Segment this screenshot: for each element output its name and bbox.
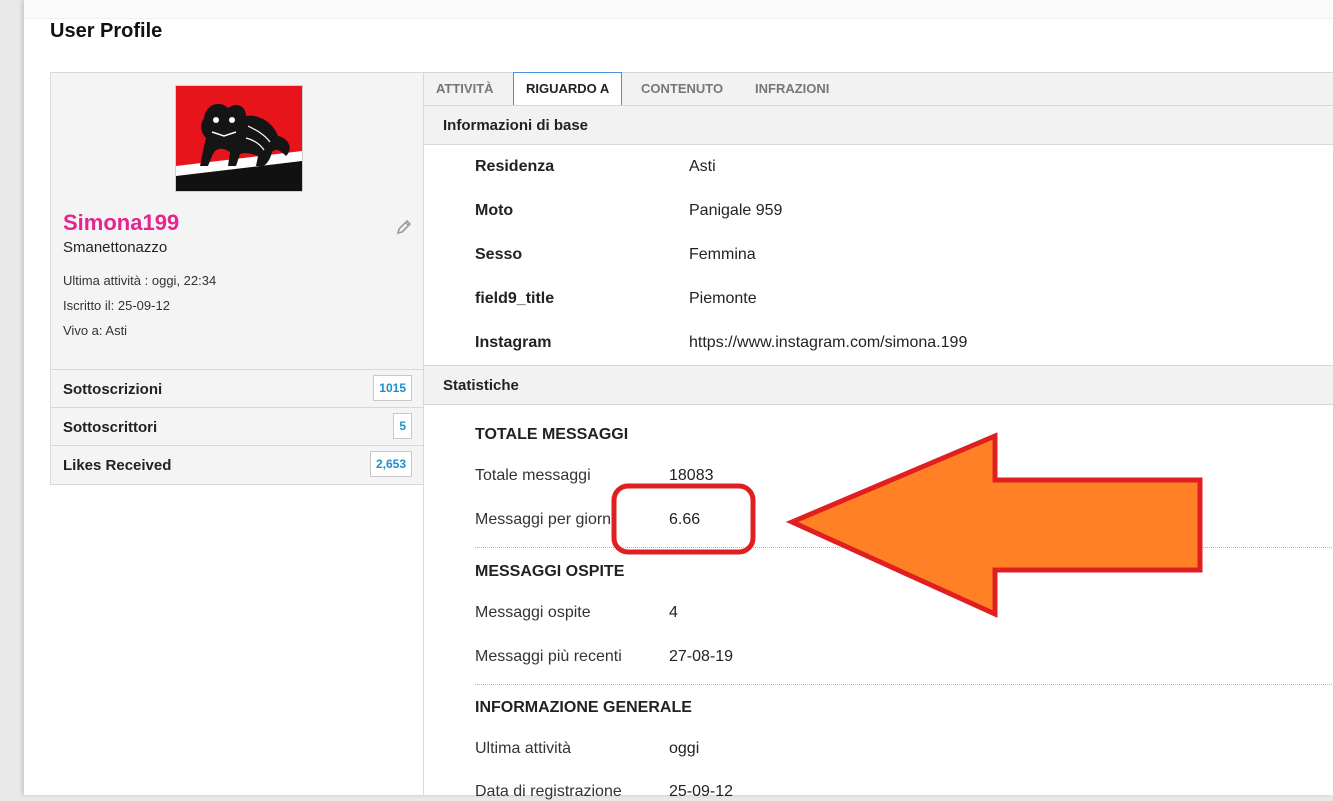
basic-info-header: Informazioni di base — [424, 105, 1333, 145]
info-label: Moto — [475, 202, 514, 219]
user-title: Smanettonazzo — [63, 239, 168, 256]
divider — [475, 547, 1333, 548]
info-value: Asti — [689, 158, 716, 175]
info-value: Femmina — [689, 246, 756, 263]
stat-count[interactable]: 1015 — [373, 375, 412, 401]
tab-infractions[interactable]: INFRAZIONI — [743, 73, 841, 106]
stat-likes-received[interactable]: Likes Received 2,653 — [51, 445, 424, 483]
statistics-header: Statistiche — [424, 365, 1333, 405]
tab-about[interactable]: RIGUARDO A — [513, 72, 623, 106]
page-title: User Profile — [50, 20, 163, 42]
avatar-image — [176, 86, 302, 191]
stat-label: Data di registrazione — [475, 783, 622, 800]
profile-sidebar: Simona199 Smanettonazzo Ultima attività … — [50, 72, 425, 485]
profile-tabs: ATTIVITÀ RIGUARDO A CONTENUTO INFRAZIONI — [424, 72, 1333, 107]
avatar[interactable] — [175, 85, 303, 192]
info-label: field9_title — [475, 290, 555, 307]
last-activity: Ultima attività : oggi, 22:34 — [63, 273, 217, 288]
tab-activity[interactable]: ATTIVITÀ — [424, 73, 506, 106]
join-date: Iscritto il: 25-09-12 — [63, 298, 170, 313]
stat-label: Sottoscrittori — [63, 419, 158, 436]
stat-label: Likes Received — [63, 457, 172, 474]
stat-value: 4 — [669, 604, 678, 621]
profile-main: ATTIVITÀ RIGUARDO A CONTENUTO INFRAZIONI… — [423, 72, 1333, 800]
stat-value: 18083 — [669, 467, 714, 484]
location: Vivo a: Asti — [63, 323, 128, 338]
group-title: MESSAGGI OSPITE — [475, 563, 625, 580]
tab-content[interactable]: CONTENUTO — [629, 73, 735, 106]
info-label: Sesso — [475, 246, 523, 263]
stat-label: Ultima attività — [475, 740, 572, 757]
stat-subscriptions[interactable]: Sottoscrizioni 1015 — [51, 369, 424, 407]
stat-count[interactable]: 5 — [393, 413, 412, 439]
stat-label: Totale messaggi — [475, 467, 591, 484]
pencil-icon[interactable] — [395, 218, 413, 236]
stat-value: 27-08-19 — [669, 648, 734, 665]
username[interactable]: Simona199 — [63, 210, 179, 236]
info-label: Residenza — [475, 158, 555, 175]
top-bar — [24, 0, 1333, 19]
stat-count[interactable]: 2,653 — [369, 451, 412, 477]
profile-page: User Profile Simona199 Smanettonazzo Ult… — [24, 0, 1333, 800]
group-title: TOTALE MESSAGGI — [475, 426, 629, 443]
group-title: INFORMAZIONE GENERALE — [475, 699, 692, 716]
info-value: Panigale 959 — [689, 202, 783, 219]
stat-value: 6.66 — [669, 511, 701, 528]
stat-label: Messaggi per giorno — [475, 511, 615, 528]
section-title: Statistiche — [443, 377, 519, 394]
stat-subscribers[interactable]: Sottoscrittori 5 — [51, 407, 424, 445]
instagram-link[interactable]: https://www.instagram.com/simona.199 — [689, 334, 967, 352]
stat-value: 25-09-12 — [669, 783, 734, 800]
profile-card: Simona199 Smanettonazzo Ultima attività … — [51, 73, 424, 369]
info-value: Piemonte — [689, 290, 757, 307]
divider — [475, 684, 1333, 685]
section-title: Informazioni di base — [443, 117, 589, 134]
stat-label: Messaggi più recenti — [475, 648, 622, 665]
info-label: Instagram — [475, 334, 552, 351]
stat-label: Sottoscrizioni — [63, 381, 163, 398]
stat-value: oggi — [669, 740, 700, 757]
stat-label: Messaggi ospite — [475, 604, 591, 621]
